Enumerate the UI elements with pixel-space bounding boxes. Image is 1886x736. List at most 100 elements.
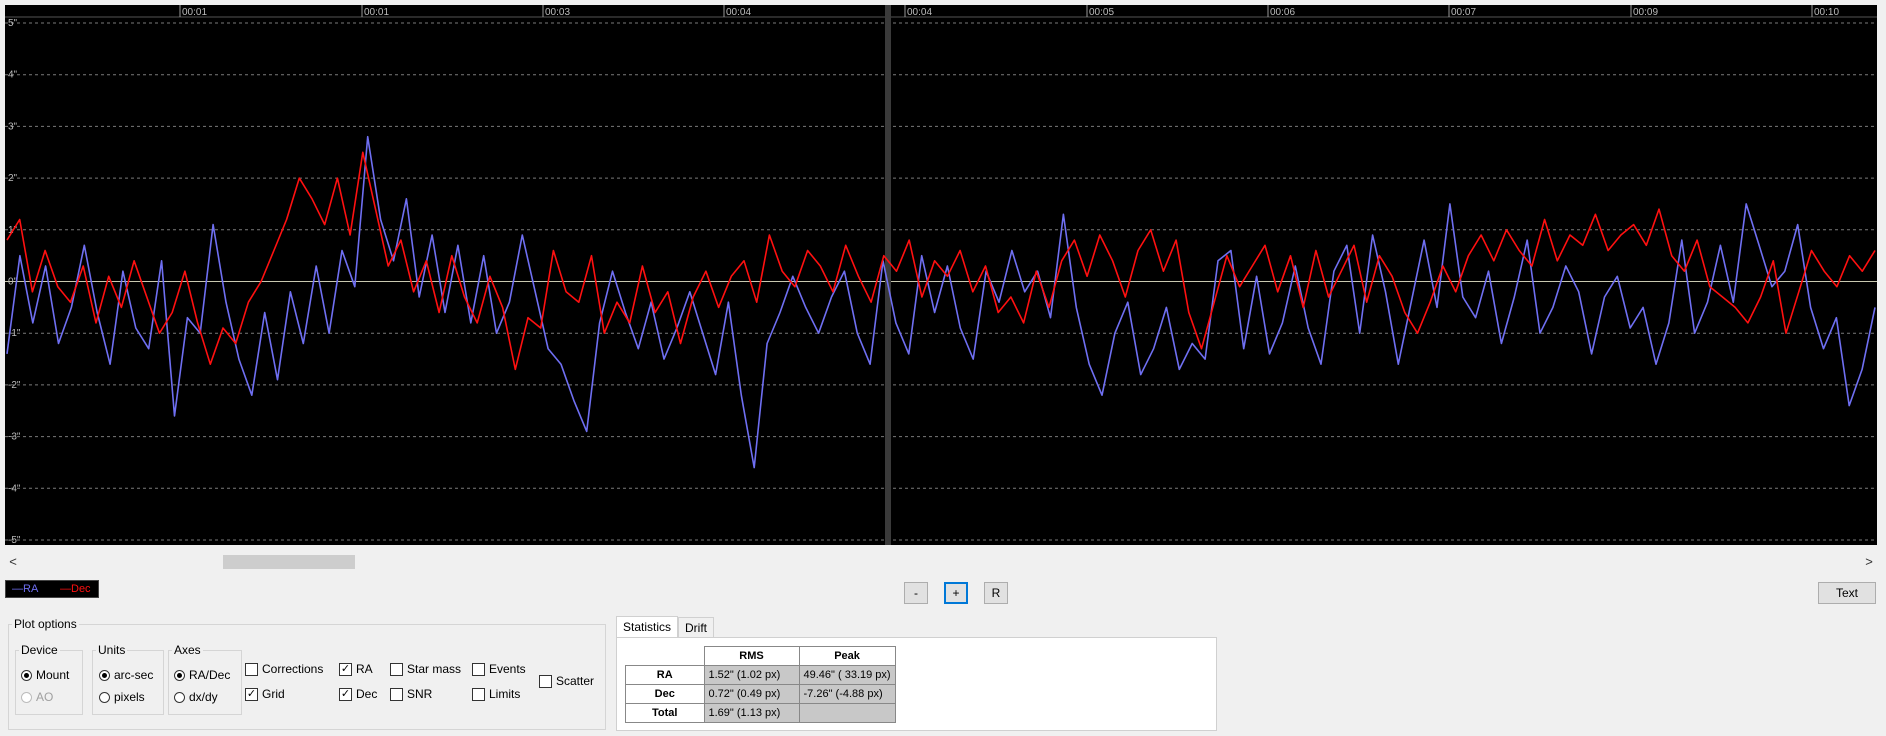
scroll-left-arrow[interactable]: < [5,553,21,571]
events-checkbox[interactable]: Events [472,662,526,676]
time-tick-label: 00:05 [1089,7,1114,18]
axes-dxdy-radio[interactable]: dx/dy [174,690,218,704]
radio-indicator [99,691,110,703]
ra-check-box: ✓ [339,662,352,676]
dec-check-box: ✓ [339,687,352,701]
time-tick-label: 00:10 [1814,7,1839,18]
time-tick-label: 00:01 [364,7,389,18]
corrections-check-box [245,662,258,676]
limits-check-box [472,687,485,701]
device-mount-label: Mount [36,668,70,682]
snr-checkbox[interactable]: SNR [390,687,432,701]
snr-label: SNR [407,687,433,701]
grid-checkbox[interactable]: ✓ Grid [245,687,285,701]
dec-checkbox[interactable]: ✓ Dec [339,687,377,701]
stats-row-label: Dec [625,684,705,704]
ra-checkbox[interactable]: ✓ RA [339,662,373,676]
y-tick-label: 2" [8,173,18,184]
reset-zoom-button[interactable]: R [984,582,1008,604]
scatter-check-box [539,674,552,688]
time-tick-label: 00:01 [182,7,207,18]
plot-options-title: Plot options [14,617,77,631]
grid-check-box: ✓ [245,687,258,701]
star-mass-checkbox[interactable]: Star mass [390,662,461,676]
text-button[interactable]: Text [1818,582,1876,604]
scroll-right-arrow[interactable]: > [1861,553,1877,571]
stats-ra-rms: 1.52" (1.02 px) [703,665,800,685]
radio-indicator [21,691,32,703]
axes-radec-radio[interactable]: RA/Dec [174,668,230,682]
radio-indicator [174,691,185,703]
guide-graph[interactable]: 5" 4" 3" 2" 1" 0" -1" -2" -3" -4" -5" 00:01 00:01 00:… [5,5,1877,545]
y-tick-label: -4" [8,483,21,494]
scroll-thumb[interactable] [223,555,355,569]
events-check-box [472,662,485,676]
stats-total-rms: 1.69" (1.13 px) [703,703,800,723]
axes-radec-label: RA/Dec [189,668,231,682]
radio-indicator [21,669,32,681]
units-arcsec-label: arc-sec [114,668,154,682]
scatter-checkbox[interactable]: Scatter [539,674,594,688]
table-row: RA 1.52" (1.02 px) 49.46" ( 33.19 px) [625,665,896,685]
tab-statistics[interactable]: Statistics [616,616,679,638]
star-mass-check-box [390,662,403,676]
events-label: Events [489,662,526,676]
corrections-checkbox[interactable]: Corrections [245,662,323,676]
guide-graph-svg: 5"4"3"2"1"0"-1"-2"-3"-4"-5"00:01 00:01 00:… [5,5,1877,545]
device-label: Device [21,643,58,657]
y-tick-label: -3" [8,432,21,443]
legend-dec: —Dec [60,583,91,595]
limits-checkbox[interactable]: Limits [472,687,520,701]
scatter-label: Scatter [556,674,595,688]
stats-table: RMS Peak RA 1.52" (1.02 px) 49.46" ( 33.… [625,646,896,723]
stats-dec-rms: 0.72" (0.49 px) [703,684,800,704]
star-mass-label: Star mass [407,662,462,676]
axes-dxdy-label: dx/dy [189,690,218,704]
time-tick-label: 00:07 [1451,7,1476,18]
time-tick-label: 00:09 [1633,7,1658,18]
device-ao-label: AO [36,690,54,704]
zoom-in-button[interactable]: + [944,582,968,604]
y-tick-label: 5" [8,18,18,29]
time-tick-label: 00:04 [726,7,751,18]
dec-check-label: Dec [356,687,378,701]
stats-header-rms: RMS [703,646,800,666]
series-line-ra [6,135,1876,469]
axes-label: Axes [174,643,201,657]
zoom-out-button[interactable]: - [904,582,928,604]
time-tick-label: 00:06 [1270,7,1295,18]
units-arcsec-radio[interactable]: arc-sec [99,668,153,682]
stats-row-label: RA [625,665,705,685]
stats-dec-peak: -7.26" (-4.88 px) [798,684,896,704]
grid-label: Grid [262,687,285,701]
ra-check-label: RA [356,662,373,676]
table-row: Total 1.69" (1.13 px) [625,703,896,723]
graph-legend: —RA —Dec [5,580,99,598]
units-pixels-label: pixels [114,690,145,704]
device-mount-radio[interactable]: Mount [21,668,69,682]
stats-corner [625,646,705,666]
radio-indicator [99,669,110,681]
legend-ra: —RA [12,583,39,595]
device-ao-radio[interactable]: AO [21,690,53,704]
radio-indicator [174,669,185,681]
y-tick-label: 3" [8,121,18,132]
y-tick-label: 4" [8,70,18,81]
time-tick-label: 00:04 [907,7,932,18]
units-pixels-radio[interactable]: pixels [99,690,145,704]
time-tick-label: 00:03 [545,7,570,18]
snr-check-box [390,687,403,701]
stats-header-row: RMS Peak [625,646,896,666]
stats-ra-peak: 49.46" ( 33.19 px) [798,665,896,685]
y-tick-label: -2" [8,380,21,391]
y-tick-label: -5" [8,535,21,545]
tab-drift[interactable]: Drift [678,617,714,638]
units-label: Units [98,643,126,657]
table-row: Dec 0.72" (0.49 px) -7.26" (-4.88 px) [625,684,896,704]
corrections-label: Corrections [262,662,324,676]
stats-row-label: Total [625,703,705,723]
limits-label: Limits [489,687,521,701]
graph-scrollbar[interactable]: < > [5,553,1877,571]
stats-total-peak [798,703,896,723]
stats-header-peak: Peak [798,646,896,666]
